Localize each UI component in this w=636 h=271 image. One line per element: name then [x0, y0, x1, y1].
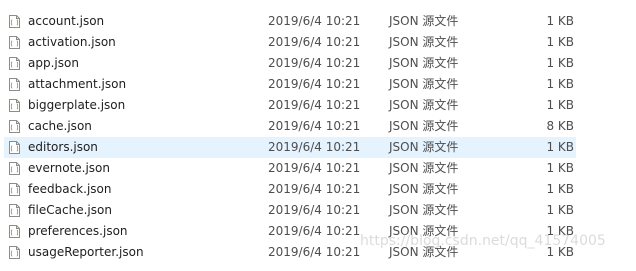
file-row[interactable]: evernote.json 2019/6/4 10:21 JSON 源文件 1 … — [0, 158, 636, 179]
file-size: 1 KB — [546, 35, 574, 49]
json-file-icon — [9, 78, 20, 91]
file-size: 1 KB — [546, 224, 574, 238]
file-name: usageReporter.json — [28, 245, 144, 259]
file-row[interactable]: fileCache.json 2019/6/4 10:21 JSON 源文件 1… — [0, 200, 636, 221]
file-modified-date: 2019/6/4 10:21 — [268, 224, 361, 238]
json-file-icon — [9, 141, 20, 154]
file-row[interactable]: editors.json 2019/6/4 10:21 JSON 源文件 1 K… — [0, 137, 636, 158]
file-name: editors.json — [28, 140, 98, 154]
file-size: 1 KB — [546, 245, 574, 259]
file-name: feedback.json — [28, 182, 112, 196]
file-size: 1 KB — [546, 203, 574, 217]
file-type: JSON 源文件 — [389, 161, 459, 175]
file-row[interactable]: cache.json 2019/6/4 10:21 JSON 源文件 8 KB — [0, 116, 636, 137]
json-file-icon — [9, 204, 20, 217]
file-type: JSON 源文件 — [389, 182, 459, 196]
file-row[interactable]: preferences.json 2019/6/4 10:21 JSON 源文件… — [0, 221, 636, 242]
file-modified-date: 2019/6/4 10:21 — [268, 182, 361, 196]
json-file-icon — [9, 15, 20, 28]
file-type: JSON 源文件 — [389, 203, 459, 217]
file-name: biggerplate.json — [28, 98, 126, 112]
file-name: cache.json — [28, 119, 92, 133]
file-type: JSON 源文件 — [389, 245, 459, 259]
file-size: 1 KB — [546, 140, 574, 154]
file-list: account.json 2019/6/4 10:21 JSON 源文件 1 K… — [0, 11, 636, 263]
json-file-icon — [9, 120, 20, 133]
file-row[interactable]: biggerplate.json 2019/6/4 10:21 JSON 源文件… — [0, 95, 636, 116]
file-row[interactable]: feedback.json 2019/6/4 10:21 JSON 源文件 1 … — [0, 179, 636, 200]
json-file-icon — [9, 57, 20, 70]
file-name: preferences.json — [28, 224, 128, 238]
file-name: activation.json — [28, 35, 116, 49]
file-modified-date: 2019/6/4 10:21 — [268, 77, 361, 91]
file-size: 1 KB — [546, 182, 574, 196]
file-row[interactable]: usageReporter.json 2019/6/4 10:21 JSON 源… — [0, 242, 636, 263]
file-modified-date: 2019/6/4 10:21 — [268, 14, 361, 28]
json-file-icon — [9, 99, 20, 112]
json-file-icon — [9, 36, 20, 49]
file-name: attachment.json — [28, 77, 127, 91]
file-row[interactable]: attachment.json 2019/6/4 10:21 JSON 源文件 … — [0, 74, 636, 95]
file-type: JSON 源文件 — [389, 119, 459, 133]
json-file-icon — [9, 246, 20, 259]
file-row[interactable]: app.json 2019/6/4 10:21 JSON 源文件 1 KB — [0, 53, 636, 74]
file-name: app.json — [28, 56, 79, 70]
file-modified-date: 2019/6/4 10:21 — [268, 140, 361, 154]
file-type: JSON 源文件 — [389, 56, 459, 70]
file-modified-date: 2019/6/4 10:21 — [268, 161, 361, 175]
file-type: JSON 源文件 — [389, 77, 459, 91]
file-name: evernote.json — [28, 161, 110, 175]
file-modified-date: 2019/6/4 10:21 — [268, 203, 361, 217]
file-modified-date: 2019/6/4 10:21 — [268, 98, 361, 112]
file-size: 8 KB — [546, 119, 574, 133]
file-name: account.json — [28, 14, 105, 28]
file-type: JSON 源文件 — [389, 35, 459, 49]
json-file-icon — [9, 225, 20, 238]
file-modified-date: 2019/6/4 10:21 — [268, 119, 361, 133]
json-file-icon — [9, 162, 20, 175]
file-size: 1 KB — [546, 77, 574, 91]
file-modified-date: 2019/6/4 10:21 — [268, 56, 361, 70]
file-size: 1 KB — [546, 56, 574, 70]
file-name: fileCache.json — [28, 203, 112, 217]
file-row[interactable]: activation.json 2019/6/4 10:21 JSON 源文件 … — [0, 32, 636, 53]
file-type: JSON 源文件 — [389, 224, 459, 238]
json-file-icon — [9, 183, 20, 196]
file-modified-date: 2019/6/4 10:21 — [268, 35, 361, 49]
file-type: JSON 源文件 — [389, 140, 459, 154]
file-size: 1 KB — [546, 98, 574, 112]
file-type: JSON 源文件 — [389, 14, 459, 28]
file-row[interactable]: account.json 2019/6/4 10:21 JSON 源文件 1 K… — [0, 11, 636, 32]
file-modified-date: 2019/6/4 10:21 — [268, 245, 361, 259]
file-type: JSON 源文件 — [389, 98, 459, 112]
file-size: 1 KB — [546, 161, 574, 175]
file-size: 1 KB — [546, 14, 574, 28]
